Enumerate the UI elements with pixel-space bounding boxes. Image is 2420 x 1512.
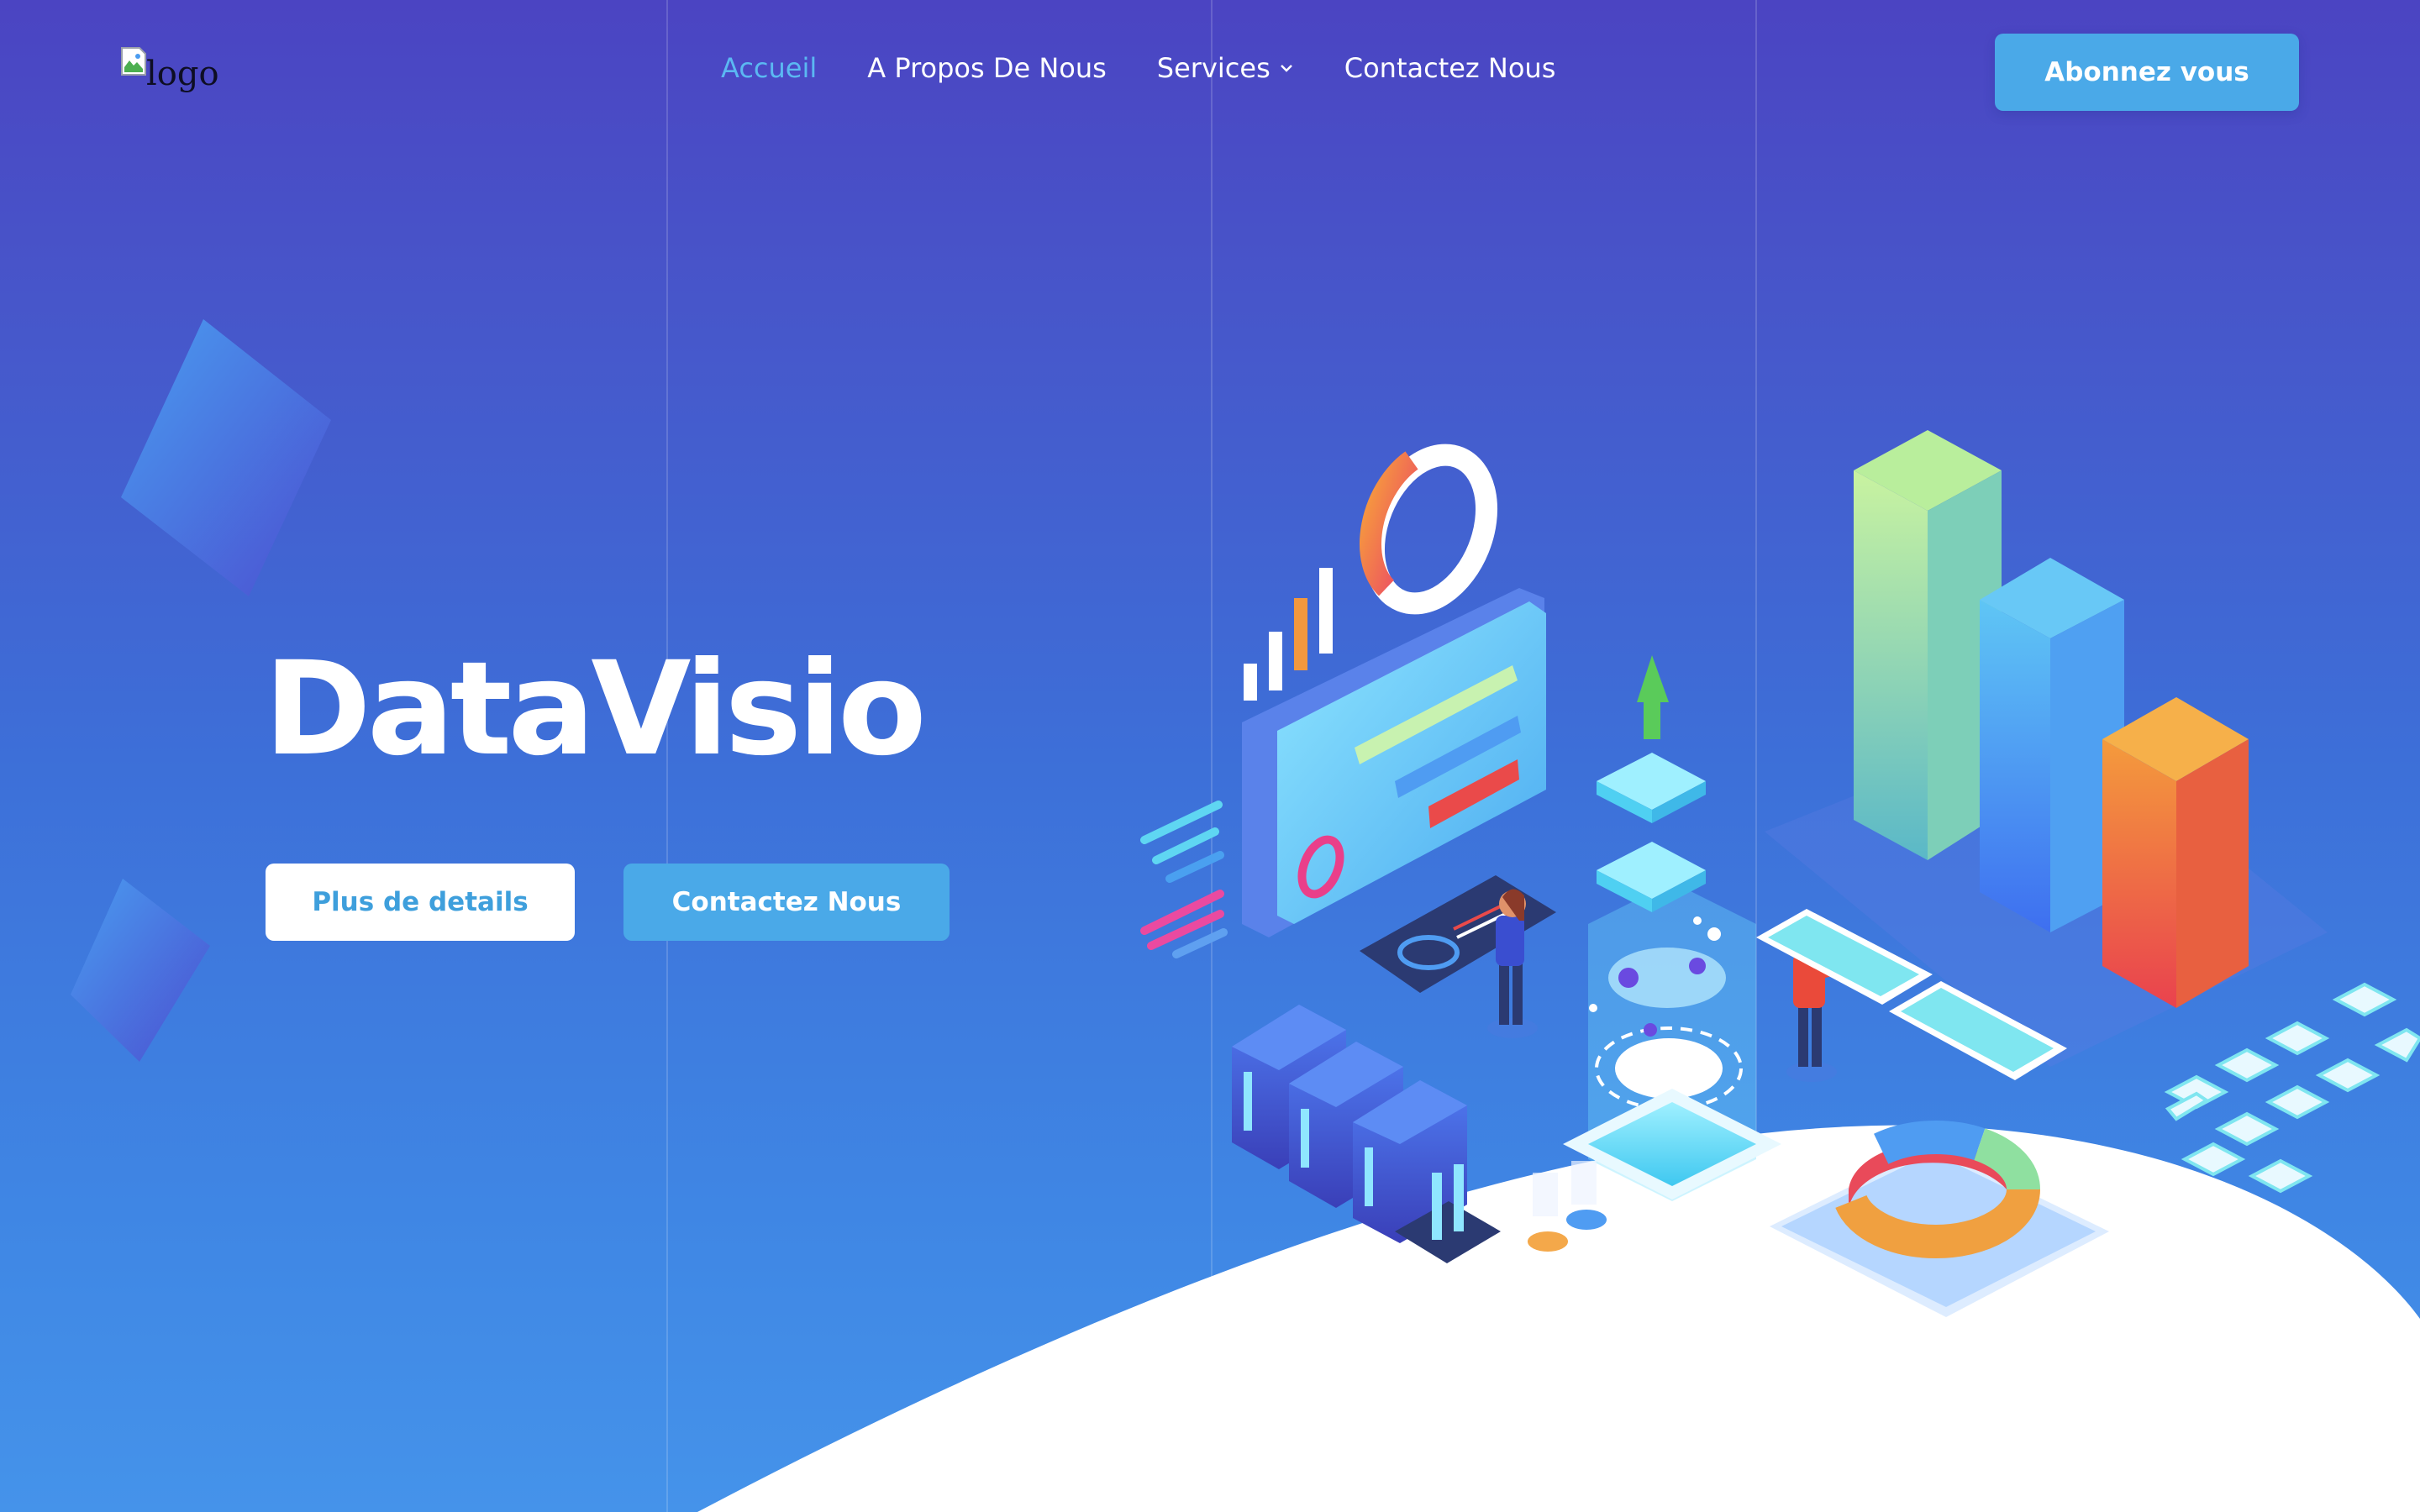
mini-bars [1244,568,1333,701]
subscribe-button[interactable]: Abonnez vous [1995,34,2299,111]
bar-green [1854,430,2002,860]
server-racks [1232,1005,1501,1263]
nav-item-label: Accueil [721,52,818,84]
details-button[interactable]: Plus de details [266,864,575,941]
nav-item-accueil[interactable]: Accueil [721,52,817,84]
main-nav: Accueil A Propos De Nous Services Contac… [721,52,1555,84]
logo-alt-text: logo [146,55,219,93]
nav-item-label: A Propos De Nous [867,52,1107,84]
side-lines [1140,801,1228,958]
nav-item-services[interactable]: Services [1157,52,1294,84]
bar-orange [2102,697,2249,1008]
nav-item-contactez[interactable]: Contactez Nous [1344,52,1556,84]
landing-page: logo Accueil A Propos De Nous Services C… [0,0,2420,1512]
white-hill [697,1125,2420,1512]
contact-button[interactable]: Contactez Nous [623,864,950,941]
chevron-down-icon [1279,63,1294,73]
tablet [1360,875,1556,993]
data-tower [1563,655,1781,1201]
ring-chart [1360,444,1498,615]
site-logo[interactable]: logo [121,47,219,91]
nav-item-label: Services [1156,52,1270,84]
nav-item-a-propos[interactable]: A Propos De Nous [867,52,1107,84]
nav-item-label: Contactez Nous [1344,52,1556,84]
broken-image-icon [121,47,146,76]
chip-grid [2164,982,2420,1194]
hero-title: DataVisio [264,634,927,785]
